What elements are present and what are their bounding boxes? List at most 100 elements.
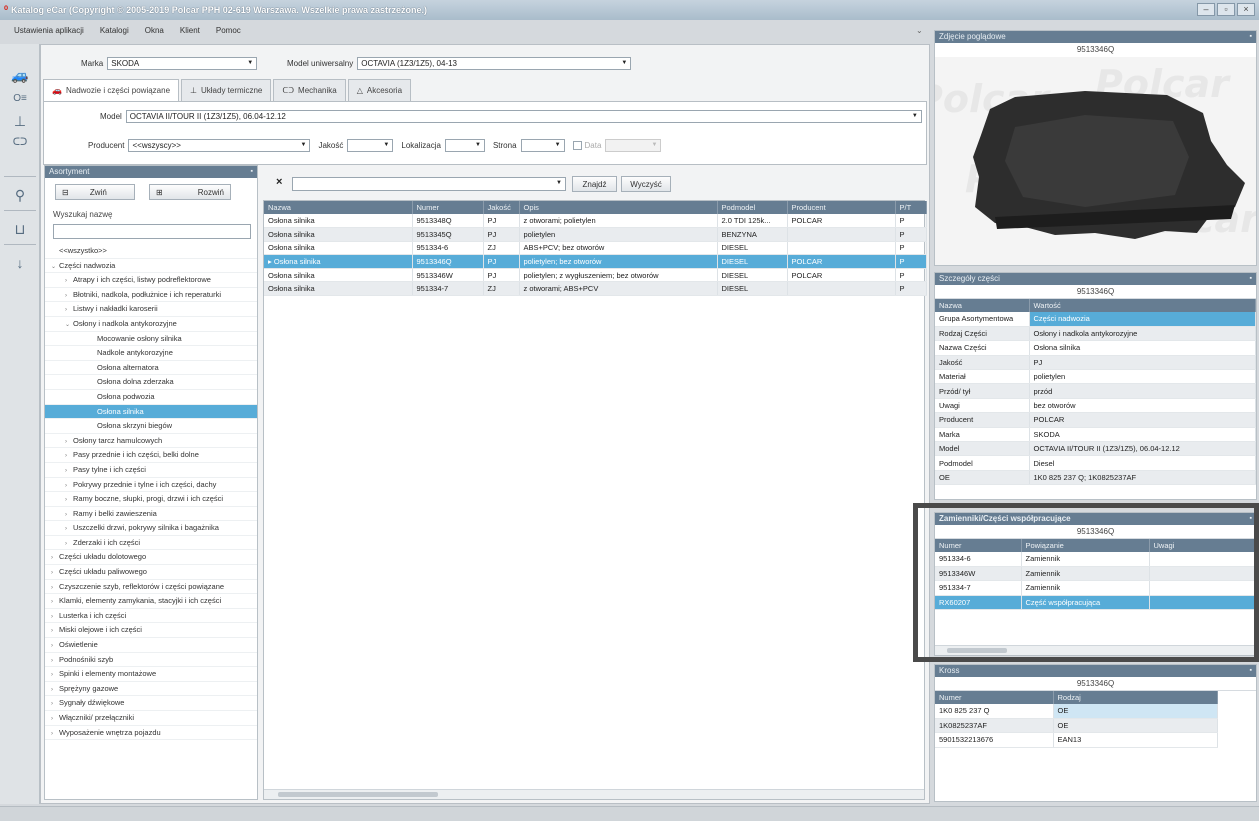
table-row[interactable]: Materiał polietylen (935, 369, 1256, 385)
table-row[interactable]: Osłona silnika 9513346W PJ polietylen; z wy… (264, 268, 927, 283)
tree-item[interactable]: › Podnośniki szyb (45, 653, 257, 668)
tree-item[interactable]: › Części układu paliwowego (45, 565, 257, 580)
tree-toggle-icon[interactable]: › (51, 566, 59, 579)
temperature-icon[interactable]: ⊥ (8, 110, 32, 132)
tree-toggle-icon[interactable]: › (65, 435, 73, 448)
clear-filter-icon[interactable]: × (276, 176, 282, 188)
tree-toggle-icon[interactable]: › (65, 508, 73, 521)
data-select[interactable]: ▼ (605, 139, 662, 152)
table-row[interactable]: Osłona silnika 9513345Q PJ polietylen BENZYN… (264, 227, 927, 242)
column-header[interactable]: Nazwa (264, 201, 413, 214)
tree-toggle-icon[interactable]: › (51, 595, 59, 608)
tree-toggle-icon[interactable]: › (65, 303, 73, 316)
expand-button[interactable]: ⊞ Rozwiń (149, 184, 231, 200)
tree-item[interactable]: <<wszystko>> (45, 244, 257, 259)
table-row[interactable]: Marka SKODA (935, 427, 1256, 443)
tree-toggle-icon[interactable]: › (51, 551, 59, 564)
tree-toggle-icon[interactable]: › (65, 479, 73, 492)
model-select[interactable]: OCTAVIA II/TOUR II (1Z3/1Z5), 06.04-12.1… (125, 110, 922, 123)
tree-item[interactable]: › Listwy i nakładki karoserii (45, 302, 257, 317)
pin-icon[interactable]: ▪ (1250, 665, 1252, 677)
mechanics-icon[interactable]: ᑕᑐ (8, 132, 32, 154)
tree-item[interactable]: › Części układu dolotowego (45, 550, 257, 566)
tree-item[interactable]: › Oświetlenie (45, 638, 257, 653)
collapse-button[interactable]: ⊟ Zwiń (55, 184, 135, 200)
tree-toggle-icon[interactable]: › (51, 683, 59, 696)
tree-toggle-icon[interactable]: › (51, 639, 59, 652)
lokalizacja-select[interactable]: ▼ (444, 139, 485, 152)
search-name-input[interactable] (53, 224, 251, 239)
tree-toggle-icon[interactable]: › (65, 537, 73, 550)
tree-toggle-icon[interactable]: › (65, 289, 73, 302)
search-user-icon[interactable]: ⚲ (8, 184, 32, 206)
menu-item[interactable]: Okna (145, 26, 164, 35)
table-row[interactable]: 1K0825237AF OE (935, 718, 1256, 734)
table-row[interactable]: OE 1K0 825 237 Q; 1K0825237AF (935, 470, 1256, 486)
table-row[interactable]: Producent POLCAR (935, 412, 1256, 428)
tree-item[interactable]: › Włączniki/ przełączniki (45, 711, 257, 726)
menu-collapse-icon[interactable]: ⌄ (916, 26, 923, 35)
table-row[interactable]: Osłona silnika 951334-6 ZJ ABS+PCV; bez otw… (264, 241, 927, 256)
table-row[interactable]: Rodzaj Części Osłony i nadkola antykorozy… (935, 326, 1256, 342)
tree-item[interactable]: › Klamki, elementy zamykania, stacyjki i … (45, 594, 257, 609)
column-header[interactable]: Rodzaj (1053, 691, 1218, 704)
table-row[interactable]: Nazwa Części Osłona silnika (935, 340, 1256, 356)
tree-toggle-icon[interactable]: › (51, 610, 59, 623)
tree-toggle-icon[interactable]: › (51, 668, 59, 681)
tree-item[interactable]: › Czyszczenie szyb, reflektorów i części … (45, 580, 257, 595)
table-row[interactable]: 1K0 825 237 Q OE (935, 704, 1256, 719)
table-row[interactable]: Grupa Asortymentowa Części nadwozia (935, 312, 1256, 327)
cart-icon[interactable]: ⊔ (8, 218, 32, 240)
column-header[interactable]: Jakość (483, 201, 520, 214)
tree-toggle-icon[interactable]: ⌄ (51, 260, 59, 273)
tree-item[interactable]: Osłona podwozia (45, 390, 257, 405)
table-row[interactable]: Jakość PJ (935, 355, 1256, 371)
tree-item[interactable]: Osłona alternatora (45, 361, 257, 376)
tree-toggle-icon[interactable]: › (51, 697, 59, 710)
tab-2[interactable]: ᑕᑐ Mechanika (273, 79, 346, 101)
tree-item[interactable]: › Uszczelki drzwi, pokrywy silnika i baga… (45, 521, 257, 536)
menu-item[interactable]: Pomoc (216, 26, 241, 35)
table-row[interactable]: Przód/ tył przód (935, 383, 1256, 399)
tree-item[interactable]: › Zderzaki i ich części (45, 536, 257, 551)
column-header[interactable]: Opis (519, 201, 718, 214)
tree-toggle-icon[interactable]: › (65, 493, 73, 506)
strona-select[interactable]: ▼ (520, 139, 565, 152)
column-header[interactable]: Numer (935, 691, 1054, 704)
producent-select[interactable]: <<wszyscy>> ▼ (128, 139, 311, 152)
tree-item[interactable]: › Spinki i elementy montażowe (45, 667, 257, 682)
tree-item[interactable]: Mocowanie osłony silnika (45, 332, 257, 347)
tree-item[interactable]: ⌄ Części nadwozia (45, 259, 257, 274)
menu-item[interactable]: Ustawienia aplikacji (14, 26, 84, 35)
grid-search-input[interactable]: ▼ (292, 177, 566, 191)
table-row[interactable]: Model OCTAVIA II/TOUR II (1Z3/1Z5), 06.04… (935, 441, 1256, 457)
pin-icon[interactable]: ▪ (1250, 273, 1252, 285)
tree-toggle-icon[interactable]: › (51, 581, 59, 594)
column-header[interactable]: Nazwa (935, 299, 1030, 312)
tab-3[interactable]: △ Akcesoria (347, 79, 412, 101)
table-row[interactable]: Uwagi bez otworów (935, 398, 1256, 414)
tree-toggle-icon[interactable]: › (51, 712, 59, 725)
tree-item[interactable]: › Atrapy i ich części, listwy podreflekto… (45, 273, 257, 288)
tree-item[interactable]: › Miski olejowe i ich części (45, 623, 257, 639)
model-universal-select[interactable]: OCTAVIA (1Z3/1Z5), 04-13 ▼ (357, 57, 632, 70)
menu-item[interactable]: Klient (180, 26, 200, 35)
tree-item[interactable]: Osłona dolna zderzaka (45, 375, 257, 390)
tree-item[interactable]: Nadkole antykorozyjne (45, 346, 257, 361)
column-header[interactable]: Wartość (1029, 299, 1256, 312)
table-row[interactable]: ▸ Osłona silnika 9513346Q PJ polietylen; be… (264, 254, 927, 269)
tree-item[interactable]: › Ramy i belki zawieszenia (45, 507, 257, 522)
tree-item[interactable]: › Wyposażenie wnętrza pojazdu (45, 726, 257, 741)
tree-item[interactable]: Osłona silnika (45, 404, 257, 420)
column-header[interactable]: P/T (895, 201, 927, 214)
tree-item[interactable]: Osłona skrzyni biegów (45, 419, 257, 434)
parts-horizontal-scrollbar[interactable] (264, 789, 924, 799)
tree-item[interactable]: › Pokrywy przednie i tylne i ich części, … (45, 478, 257, 493)
tab-0[interactable]: 🚗 Nadwozie i części powiązane (43, 79, 180, 101)
tree-item[interactable]: › Ramy boczne, słupki, progi, drzwi i ich… (45, 492, 257, 507)
thermal-icon[interactable]: Ο≡ (8, 88, 32, 110)
table-row[interactable]: Osłona silnika 9513348Q PJ z otworami; poli… (264, 214, 927, 229)
column-header[interactable]: Producent (787, 201, 896, 214)
minimize-button[interactable]: – (1197, 3, 1215, 16)
clear-button[interactable]: Wyczyść (621, 176, 671, 192)
